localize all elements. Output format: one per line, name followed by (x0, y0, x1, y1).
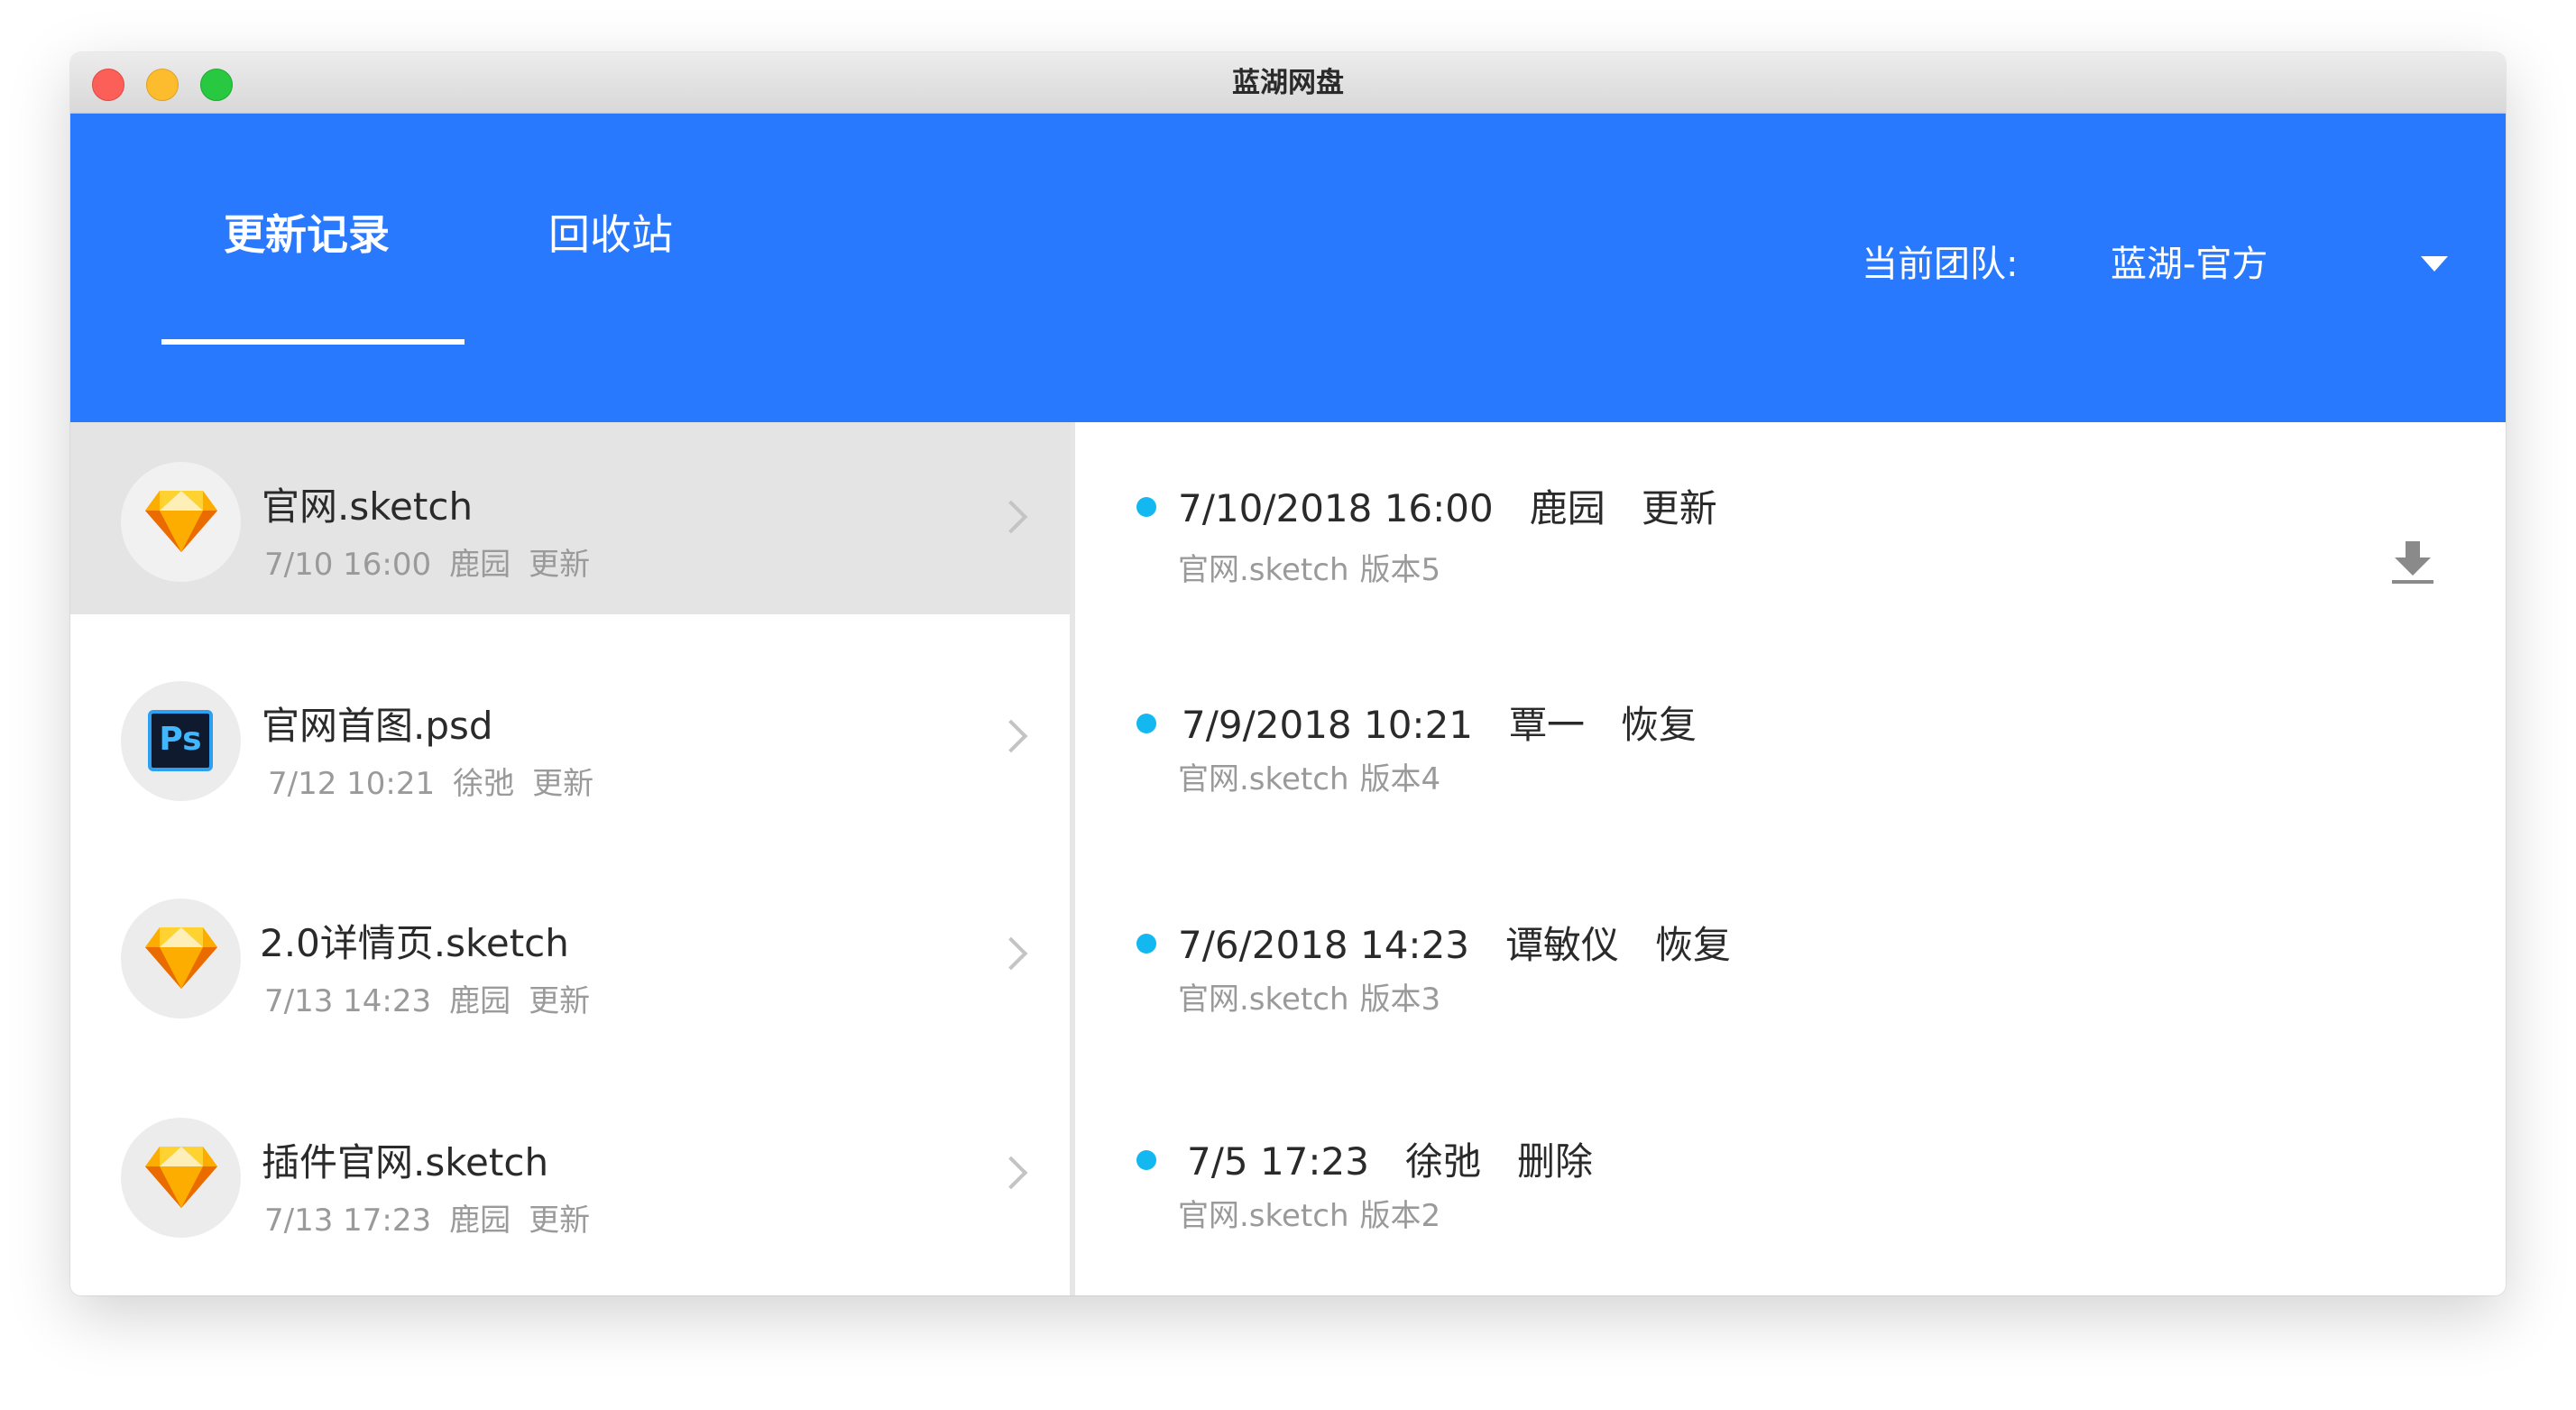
download-icon[interactable] (2392, 541, 2433, 588)
sketch-icon (121, 1118, 241, 1238)
file-date: 7/12 10:21 (268, 766, 436, 802)
file-name: 官网.sketch (262, 484, 474, 529)
chevron-right-icon (994, 1156, 1028, 1190)
chevron-right-icon (994, 936, 1028, 971)
history-entry[interactable]: 7/10/2018 16:00 鹿园 更新 官网.sketch 版本5 (1075, 422, 2506, 621)
active-tab-indicator (161, 339, 465, 345)
version-history: 7/10/2018 16:00 鹿园 更新 官网.sketch 版本5 7/9/201… (1075, 422, 2506, 1295)
tab-update-records[interactable]: 更新记录 (224, 202, 390, 262)
history-file: 官网.sketch (1178, 761, 1349, 797)
download-icon-graphic (2392, 541, 2433, 584)
history-version-number: 版本2 (1359, 1198, 1441, 1234)
file-user: 鹿园 (449, 547, 511, 583)
file-meta: 7/13 14:23 鹿园 更新 (264, 976, 608, 1020)
timeline-dot (1136, 714, 1156, 733)
file-user: 徐弛 (453, 766, 515, 802)
history-datetime: 7/5 17:23 (1187, 1139, 1369, 1184)
window-title: 蓝湖网盘 (1232, 67, 1344, 99)
timeline-dot (1136, 497, 1156, 517)
history-action: 恢复 (1655, 923, 1732, 967)
history-entry[interactable]: 7/9/2018 10:21 覃一 恢复 官网.sketch 版本4 (1075, 639, 2506, 837)
chevron-right-icon (994, 500, 1028, 534)
timeline-dot (1136, 1150, 1156, 1170)
sketch-icon (121, 899, 241, 1018)
history-file: 官网.sketch (1178, 552, 1349, 588)
file-meta: 7/12 10:21 徐弛 更新 (268, 759, 612, 803)
history-action: 更新 (1641, 486, 1717, 530)
file-date: 7/13 14:23 (264, 983, 432, 1019)
photoshop-icon-glyph: Ps (148, 710, 213, 771)
team-selector[interactable]: 蓝湖-官方 (2111, 235, 2268, 287)
history-entry[interactable]: 7/6/2018 14:23 谭敏仪 恢复 官网.sketch 版本3 (1075, 859, 2506, 1057)
file-action: 更新 (529, 547, 591, 583)
history-file: 官网.sketch (1178, 981, 1349, 1018)
title-bar[interactable]: 蓝湖网盘 (70, 52, 2506, 114)
file-date: 7/13 17:23 (264, 1203, 432, 1239)
file-action: 更新 (529, 983, 591, 1019)
caret-down-icon[interactable] (2421, 256, 2448, 272)
sketch-icon-graphic (145, 927, 217, 989)
file-action: 更新 (529, 1203, 591, 1239)
file-meta: 7/10 16:00 鹿园 更新 (264, 539, 608, 584)
file-list: 官网.sketch 7/10 16:00 鹿园 更新 Ps 官网首图.psd 7/1… (70, 422, 1070, 1295)
file-meta: 7/13 17:23 鹿园 更新 (264, 1195, 608, 1240)
file-list-item[interactable]: 2.0详情页.sketch 7/13 14:23 鹿园 更新 (70, 859, 1070, 1051)
history-user: 覃一 (1509, 703, 1586, 747)
history-version-number: 版本3 (1359, 981, 1441, 1018)
history-headline: 7/6/2018 14:23 谭敏仪 恢复 (1178, 915, 1767, 970)
app-window: 蓝湖网盘 更新记录 回收站 当前团队: 蓝湖-官方 官网.sketch 7/10… (70, 52, 2506, 1295)
file-name: 官网首图.psd (262, 704, 493, 748)
file-user: 鹿园 (449, 1203, 511, 1239)
photoshop-icon: Ps (121, 681, 241, 801)
current-team-label: 当前团队: (1862, 244, 2019, 285)
history-version-number: 版本4 (1359, 761, 1441, 797)
file-list-item[interactable]: 官网.sketch 7/10 16:00 鹿园 更新 (70, 422, 1070, 614)
history-user: 谭敏仪 (1505, 923, 1620, 967)
history-version: 官网.sketch 版本3 (1178, 974, 1451, 1018)
top-header: 更新记录 回收站 当前团队: 蓝湖-官方 (70, 114, 2506, 422)
file-date: 7/10 16:00 (264, 547, 432, 583)
file-name: 2.0详情页.sketch (260, 921, 569, 965)
history-headline: 7/9/2018 10:21 覃一 恢复 (1182, 695, 1733, 750)
history-version: 官网.sketch 版本5 (1178, 545, 1451, 589)
history-user: 鹿园 (1529, 486, 1605, 530)
history-action: 删除 (1517, 1139, 1594, 1184)
file-list-item[interactable]: Ps 官网首图.psd 7/12 10:21 徐弛 更新 (70, 641, 1070, 834)
file-list-item[interactable]: 插件官网.sketch 7/13 17:23 鹿园 更新 (70, 1078, 1070, 1270)
sketch-icon-graphic (145, 1147, 217, 1208)
history-version: 官网.sketch 版本4 (1178, 754, 1451, 798)
history-entry[interactable]: 7/5 17:23 徐弛 删除 官网.sketch 版本2 (1075, 1075, 2506, 1274)
sketch-icon (121, 462, 241, 582)
history-file: 官网.sketch (1178, 1198, 1349, 1234)
tab-recycle-bin[interactable]: 回收站 (548, 202, 673, 262)
history-user: 徐弛 (1404, 1139, 1481, 1184)
chevron-right-icon (994, 719, 1028, 753)
file-user: 鹿园 (449, 983, 511, 1019)
sketch-icon-graphic (145, 491, 217, 552)
history-headline: 7/10/2018 16:00 鹿园 更新 (1178, 478, 1753, 533)
history-datetime: 7/9/2018 10:21 (1182, 703, 1474, 747)
history-version-number: 版本5 (1359, 552, 1441, 588)
history-datetime: 7/6/2018 14:23 (1178, 923, 1470, 967)
file-action: 更新 (532, 766, 594, 802)
history-headline: 7/5 17:23 徐弛 删除 (1187, 1131, 1629, 1186)
history-datetime: 7/10/2018 16:00 (1178, 486, 1494, 530)
file-name: 插件官网.sketch (262, 1140, 549, 1184)
timeline-dot (1136, 934, 1156, 954)
history-action: 恢复 (1621, 703, 1697, 747)
history-version: 官网.sketch 版本2 (1178, 1191, 1451, 1235)
